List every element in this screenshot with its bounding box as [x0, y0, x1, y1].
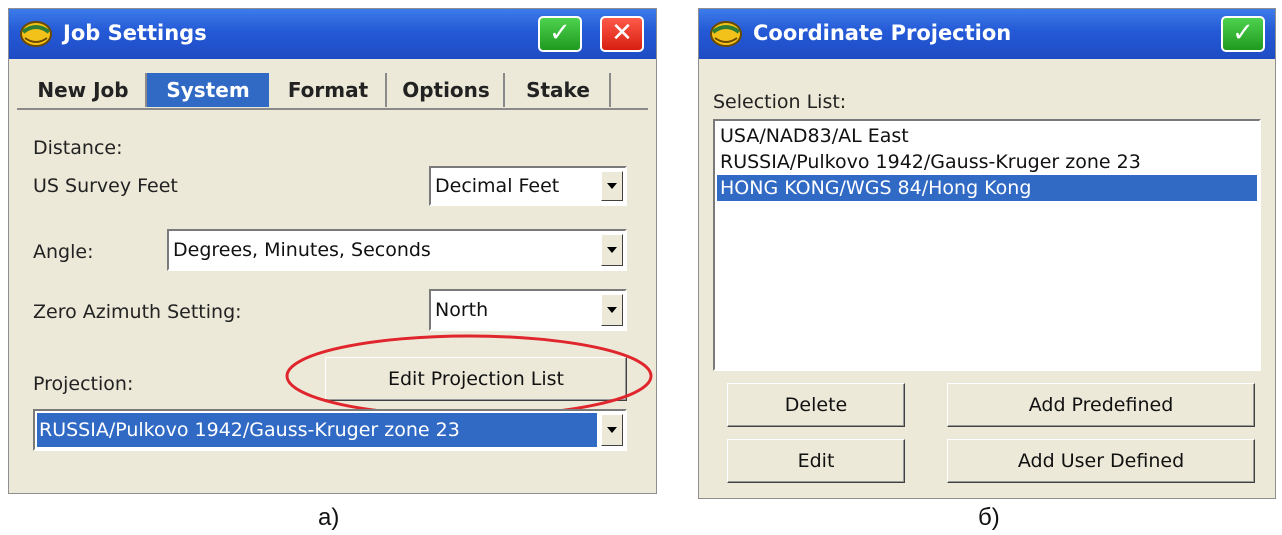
ok-button[interactable]: ✓ — [538, 16, 582, 52]
ok-button[interactable]: ✓ — [1221, 16, 1265, 52]
job-settings-titlebar: Job Settings ✓ ✕ — [9, 9, 656, 59]
app-logo-icon — [710, 21, 742, 47]
caption-right: б) — [978, 504, 1000, 531]
add-user-defined-button[interactable]: Add User Defined — [947, 439, 1255, 483]
app-logo-icon — [20, 21, 52, 47]
close-button[interactable]: ✕ — [600, 16, 644, 52]
delete-button[interactable]: Delete — [727, 383, 905, 427]
chevron-down-icon[interactable] — [601, 234, 623, 266]
selection-list[interactable]: USA/NAD83/AL East RUSSIA/Pulkovo 1942/Ga… — [713, 119, 1261, 371]
job-settings-title: Job Settings — [63, 21, 207, 45]
azimuth-select-value: North — [435, 299, 489, 321]
angle-select-value: Degrees, Minutes, Seconds — [173, 239, 431, 261]
distance-select[interactable]: Decimal Feet — [429, 166, 627, 206]
caption-left: a) — [318, 504, 340, 531]
angle-label: Angle: — [33, 241, 94, 263]
chevron-down-icon[interactable] — [601, 414, 623, 446]
list-item[interactable]: USA/NAD83/AL East — [717, 123, 1257, 149]
projection-select[interactable]: RUSSIA/Pulkovo 1942/Gauss-Kruger zone 23 — [33, 409, 627, 451]
list-item-selected[interactable]: HONG KONG/WGS 84/Hong Kong — [717, 175, 1257, 201]
coordinate-projection-title: Coordinate Projection — [753, 21, 1012, 45]
tab-system[interactable]: System — [147, 73, 269, 107]
add-predefined-button[interactable]: Add Predefined — [947, 383, 1255, 427]
angle-select[interactable]: Degrees, Minutes, Seconds — [167, 229, 627, 271]
tab-options[interactable]: Options — [389, 73, 505, 107]
tab-new-job[interactable]: New Job — [21, 73, 147, 107]
job-settings-window: Job Settings ✓ ✕ New Job System Format O… — [8, 8, 657, 494]
tab-format[interactable]: Format — [271, 73, 387, 107]
edit-button[interactable]: Edit — [727, 439, 905, 483]
selection-list-label: Selection List: — [713, 91, 847, 113]
list-item[interactable]: RUSSIA/Pulkovo 1942/Gauss-Kruger zone 23 — [717, 149, 1257, 175]
coordinate-projection-window: Coordinate Projection ✓ Selection List: … — [698, 8, 1276, 499]
azimuth-label: Zero Azimuth Setting: — [33, 301, 242, 323]
coordinate-projection-titlebar: Coordinate Projection ✓ — [699, 9, 1275, 59]
distance-label: Distance: — [33, 137, 123, 159]
tab-stake[interactable]: Stake — [507, 73, 611, 107]
chevron-down-icon[interactable] — [601, 171, 623, 201]
distance-select-value: Decimal Feet — [435, 175, 560, 197]
projection-label: Projection: — [33, 373, 134, 395]
tab-underline — [17, 108, 648, 110]
chevron-down-icon[interactable] — [601, 294, 623, 326]
projection-select-value: RUSSIA/Pulkovo 1942/Gauss-Kruger zone 23 — [39, 419, 460, 441]
azimuth-select[interactable]: North — [429, 289, 627, 331]
distance-units-label: US Survey Feet — [33, 175, 178, 197]
